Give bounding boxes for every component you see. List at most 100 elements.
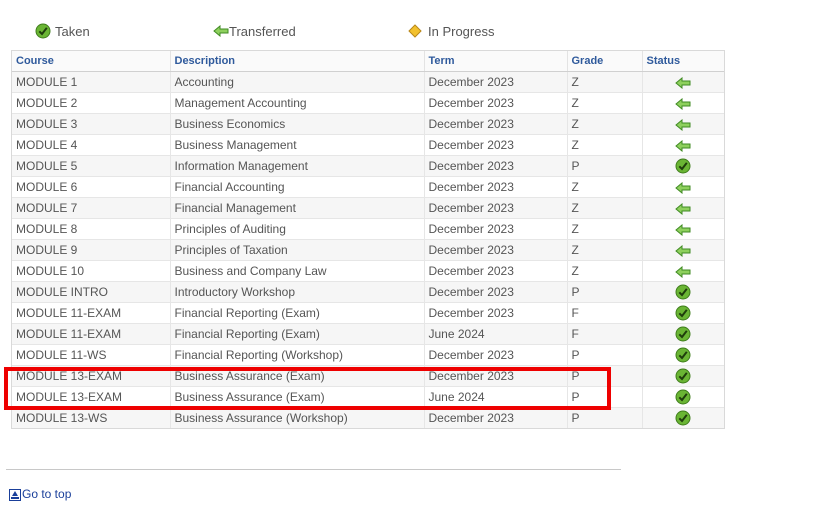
arrow-left-icon: [675, 264, 691, 278]
term-cell: December 2023: [423, 302, 567, 324]
diamond-icon: [408, 24, 428, 38]
description-cell: Principles of Auditing: [169, 218, 424, 240]
arrow-left-icon: [675, 180, 691, 194]
table-row[interactable]: MODULE 8 Principles of Auditing December 2…: [12, 218, 724, 240]
description-cell: Business Management: [169, 134, 424, 156]
go-to-top-link[interactable]: Go to top: [9, 487, 71, 501]
divider: [6, 469, 621, 470]
course-cell: MODULE 13-WS: [12, 407, 170, 428]
status-cell: [641, 134, 724, 156]
grade-cell: P: [566, 407, 642, 428]
legend-in-progress: In Progress: [408, 20, 494, 42]
course-cell: MODULE 3: [12, 113, 170, 135]
grade-cell: P: [566, 155, 642, 177]
description-cell: Business Assurance (Workshop): [169, 407, 424, 428]
course-cell: MODULE 9: [12, 239, 170, 261]
course-cell: MODULE 11-EXAM: [12, 323, 170, 345]
status-cell: [641, 218, 724, 240]
table-row[interactable]: MODULE 13-WS Business Assurance (Workshop…: [12, 407, 724, 428]
table-row[interactable]: MODULE 2 Management Accounting December 20…: [12, 92, 724, 114]
grade-cell: F: [566, 323, 642, 345]
description-cell: Management Accounting: [169, 92, 424, 114]
table-row[interactable]: MODULE 5 Information Management December 2…: [12, 155, 724, 177]
legend-transferred-label: Transferred: [229, 23, 296, 39]
description-cell: Principles of Taxation: [169, 239, 424, 261]
status-cell: [641, 281, 724, 303]
term-cell: December 2023: [423, 281, 567, 303]
go-to-top-icon: [9, 489, 21, 501]
table-row[interactable]: MODULE 11-WS Financial Reporting (Worksho…: [12, 344, 724, 366]
term-cell: December 2023: [423, 155, 567, 177]
status-legend: Taken Transferred In Progress: [0, 20, 822, 42]
status-cell: [641, 176, 724, 198]
course-cell: MODULE 7: [12, 197, 170, 219]
table-header-row: Course Description Term Grade Status: [12, 51, 724, 72]
arrow-left-icon: [675, 117, 691, 131]
table-row[interactable]: MODULE 11-EXAM Financial Reporting (Exam)…: [12, 323, 724, 345]
col-header-grade[interactable]: Grade: [566, 51, 642, 72]
course-cell: MODULE 2: [12, 92, 170, 114]
status-cell: [641, 155, 724, 177]
status-cell: [641, 302, 724, 324]
term-cell: December 2023: [423, 260, 567, 282]
term-cell: December 2023: [423, 71, 567, 93]
term-cell: December 2023: [423, 92, 567, 114]
check-circle-icon: [675, 305, 691, 321]
status-cell: [641, 92, 724, 114]
table-row[interactable]: MODULE 7 Financial Management December 202…: [12, 197, 724, 219]
course-cell: MODULE 1: [12, 71, 170, 93]
course-cell: MODULE 8: [12, 218, 170, 240]
description-cell: Financial Accounting: [169, 176, 424, 198]
description-cell: Information Management: [169, 155, 424, 177]
table-row[interactable]: MODULE 9 Principles of Taxation December 2…: [12, 239, 724, 261]
grade-cell: Z: [566, 134, 642, 156]
col-header-term[interactable]: Term: [423, 51, 567, 72]
col-header-course[interactable]: Course: [12, 51, 170, 72]
course-cell: MODULE 5: [12, 155, 170, 177]
grade-cell: Z: [566, 71, 642, 93]
check-circle-icon: [675, 158, 691, 174]
arrow-left-icon: [675, 243, 691, 257]
arrow-left-icon: [675, 75, 691, 89]
grade-cell: Z: [566, 218, 642, 240]
table-row[interactable]: MODULE 3 Business Economics December 2023 Z: [12, 113, 724, 135]
grade-cell: P: [566, 344, 642, 366]
term-cell: December 2023: [423, 239, 567, 261]
grade-cell: Z: [566, 113, 642, 135]
grade-cell: Z: [566, 239, 642, 261]
legend-taken-label: Taken: [55, 23, 90, 39]
status-cell: [641, 344, 724, 366]
col-header-status[interactable]: Status: [641, 51, 724, 72]
arrow-left-icon: [675, 201, 691, 215]
status-cell: [641, 386, 724, 408]
term-cell: December 2023: [423, 407, 567, 428]
grade-cell: Z: [566, 92, 642, 114]
arrow-left-icon: [675, 222, 691, 236]
description-cell: Financial Reporting (Workshop): [169, 344, 424, 366]
term-cell: June 2024: [423, 323, 567, 345]
arrow-left-icon: [675, 138, 691, 152]
highlight-box: [4, 367, 611, 410]
table-row[interactable]: MODULE 10 Business and Company Law Decembe…: [12, 260, 724, 282]
table-row[interactable]: MODULE 1 Accounting December 2023 Z: [12, 71, 724, 93]
col-header-description[interactable]: Description: [169, 51, 424, 72]
status-cell: [641, 71, 724, 93]
table-row[interactable]: MODULE 11-EXAM Financial Reporting (Exam)…: [12, 302, 724, 324]
grade-cell: F: [566, 302, 642, 324]
description-cell: Introductory Workshop: [169, 281, 424, 303]
status-cell: [641, 407, 724, 428]
description-cell: Business and Company Law: [169, 260, 424, 282]
course-cell: MODULE 11-EXAM: [12, 302, 170, 324]
table-row[interactable]: MODULE 6 Financial Accounting December 202…: [12, 176, 724, 198]
table-row[interactable]: MODULE INTRO Introductory Workshop Decembe…: [12, 281, 724, 303]
legend-in-progress-label: In Progress: [428, 23, 495, 39]
arrow-left-icon: [213, 25, 229, 37]
course-cell: MODULE 6: [12, 176, 170, 198]
check-circle-icon: [675, 284, 691, 300]
legend-transferred: Transferred: [213, 20, 296, 42]
description-cell: Accounting: [169, 71, 424, 93]
table-row[interactable]: MODULE 4 Business Management December 2023…: [12, 134, 724, 156]
legend-taken: Taken: [35, 20, 90, 42]
check-circle-icon: [675, 326, 691, 342]
course-cell: MODULE 10: [12, 260, 170, 282]
